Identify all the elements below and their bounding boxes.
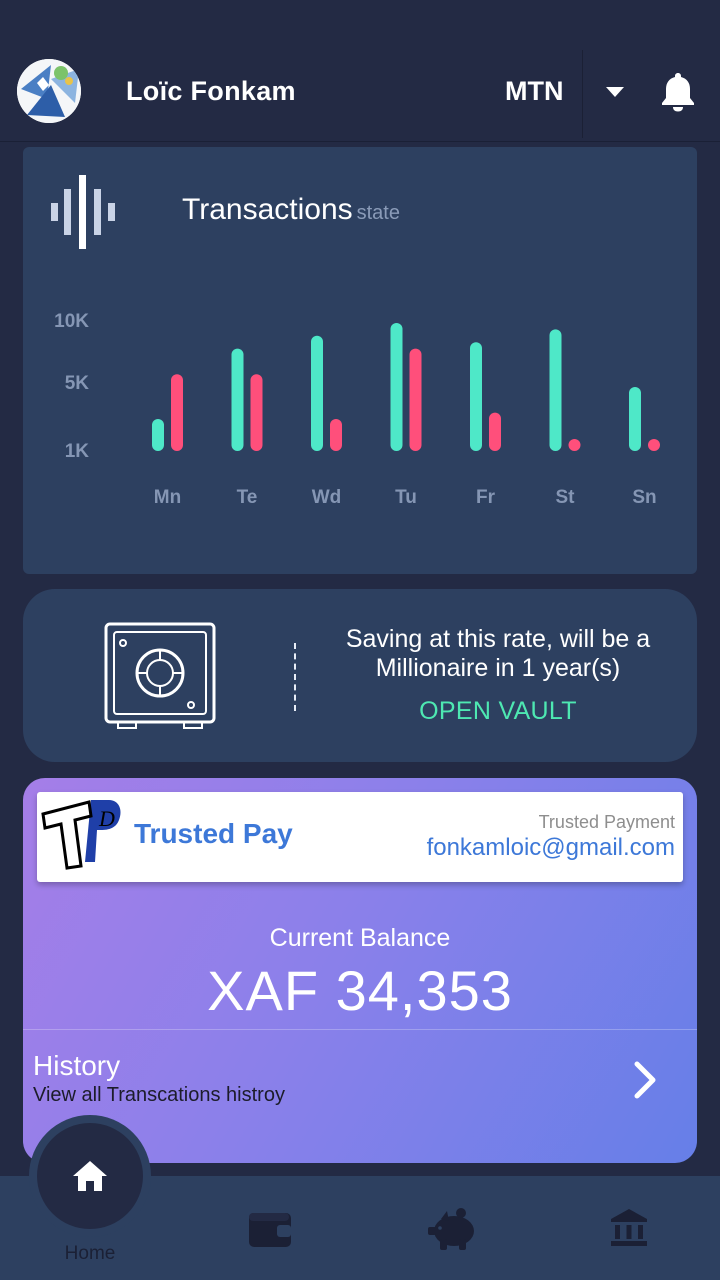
- chart-bar: [311, 335, 323, 451]
- brand-name: Trusted Pay: [134, 818, 293, 849]
- transactions-bar-chart: 10K 5K 1K Mn Te Wd Tu Fr St Sn: [54, 311, 660, 508]
- piggy-bank-icon[interactable]: [427, 1207, 479, 1251]
- chart-bar: [470, 342, 482, 451]
- x-tick-label: Sn: [632, 487, 656, 508]
- chart-bar: [568, 439, 581, 451]
- y-tick-label: 1K: [65, 441, 90, 462]
- vault-message: Saving at this rate, will be a Millionai…: [345, 625, 651, 682]
- chart-bar: [549, 329, 562, 451]
- safe-icon: [104, 622, 216, 729]
- vault-divider: [294, 643, 296, 711]
- sound-wave-icon: [51, 175, 115, 249]
- x-tick-label: St: [556, 487, 576, 508]
- transactions-chart-card: Transactions state 10K 5K 1K Mn Te Wd Tu Fr St Sn: [23, 147, 697, 574]
- x-tick-label: Te: [237, 487, 258, 508]
- chart-title: Transactions state: [182, 193, 400, 227]
- x-tick-label: Fr: [476, 487, 496, 508]
- nav-home-button[interactable]: [37, 1123, 143, 1229]
- chart-bar: [231, 348, 244, 451]
- vault-card: Saving at this rate, will be a Millionai…: [23, 589, 697, 762]
- nav-home-label: Home: [64, 1243, 116, 1264]
- trusted-pay-banner: D Trusted Pay Trusted Payment fonkamloic…: [37, 792, 683, 882]
- chart-bar: [629, 387, 641, 451]
- chart-bar: [409, 348, 422, 451]
- x-tick-label: Mn: [154, 487, 181, 508]
- chevron-right-icon: [634, 1061, 656, 1099]
- bank-icon[interactable]: [609, 1208, 649, 1248]
- chart-bar: [489, 412, 501, 451]
- balance-amount: XAF 34,353: [207, 959, 513, 1022]
- trusted-pay-logo: D: [41, 800, 121, 870]
- svg-text:D: D: [98, 806, 115, 831]
- operator-label[interactable]: MTN: [505, 76, 563, 107]
- chart-subtitle: state: [356, 202, 400, 224]
- chart-title-text: Transactions: [182, 193, 353, 226]
- history-title: History: [33, 1050, 121, 1081]
- wallet-icon[interactable]: [247, 1209, 293, 1249]
- brand-caption: Trusted Payment: [538, 812, 675, 832]
- app-header: Loïc Fonkam MTN: [0, 0, 720, 142]
- bell-icon: [662, 73, 694, 112]
- chevron-down-icon: [606, 87, 624, 97]
- user-name: Loïc Fonkam: [126, 76, 296, 106]
- home-icon: [73, 1161, 107, 1191]
- chart-bar: [330, 419, 342, 451]
- operator-dropdown-button[interactable]: [598, 78, 632, 106]
- avatar[interactable]: [17, 59, 81, 123]
- balance-card: D Trusted Pay Trusted Payment fonkamloic…: [23, 778, 697, 1163]
- header-divider: [582, 50, 583, 138]
- x-tick-label: Wd: [312, 487, 342, 508]
- history-subtitle: View all Transcations histroy: [33, 1084, 285, 1106]
- x-tick-label: Tu: [395, 487, 417, 508]
- chart-bar: [250, 374, 263, 451]
- balance-label: Current Balance: [269, 924, 451, 952]
- chart-bar: [152, 419, 164, 451]
- open-vault-link[interactable]: OPEN VAULT: [323, 697, 673, 726]
- y-tick-label: 10K: [54, 311, 89, 332]
- notification-button[interactable]: [658, 70, 698, 112]
- chart-bar: [648, 439, 660, 451]
- chart-bar: [390, 323, 403, 451]
- y-tick-label: 5K: [65, 373, 90, 394]
- chart-bar: [171, 374, 183, 451]
- account-email: fonkamloic@gmail.com: [426, 834, 675, 861]
